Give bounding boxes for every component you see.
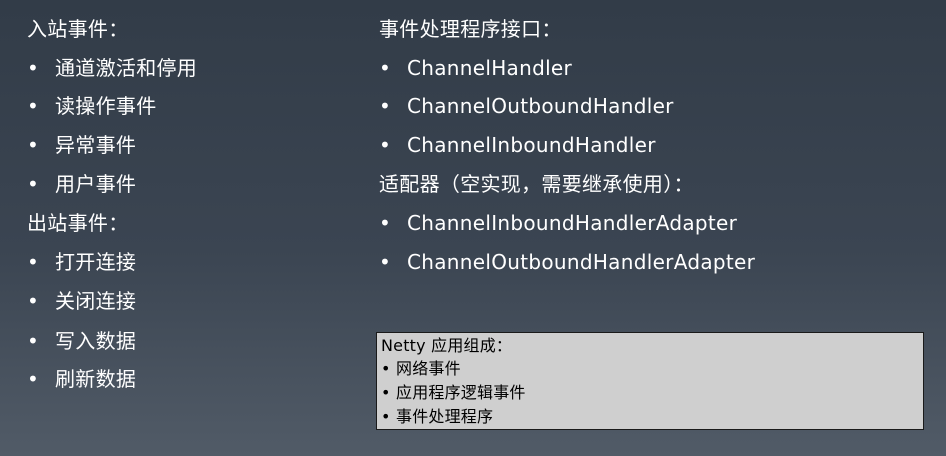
adapter-item: ChannelOutboundHandlerAdapter	[407, 250, 756, 274]
bullet-icon: •	[27, 172, 40, 196]
list-item: • 事件处理程序	[381, 405, 493, 429]
bullet-icon: •	[381, 383, 391, 402]
outbound-item: 打开连接	[55, 250, 137, 274]
interface-item: ChannelInboundHandler	[407, 133, 656, 157]
bullet-icon: •	[27, 94, 40, 118]
bullet-icon: •	[381, 407, 391, 426]
interface-item: ChannelOutboundHandler	[407, 94, 674, 118]
bullet-icon: •	[381, 359, 391, 378]
adapters-heading: 适配器（空实现，需要继承使用）：	[379, 172, 694, 196]
list-item: • 网络事件	[381, 357, 461, 381]
outbound-heading: 出站事件：	[27, 211, 129, 235]
inbound-item: 异常事件	[55, 133, 137, 157]
bullet-icon: •	[27, 367, 40, 391]
bullet-icon: •	[379, 250, 392, 274]
bullet-icon: •	[27, 133, 40, 157]
interface-item: ChannelHandler	[407, 56, 573, 80]
inbound-heading: 入站事件：	[27, 17, 129, 41]
outbound-item: 刷新数据	[55, 367, 137, 391]
box-title: Netty 应用组成：	[381, 336, 513, 355]
list-item: • 应用程序逻辑事件	[381, 381, 526, 405]
box-item: 事件处理程序	[396, 407, 494, 426]
bullet-icon: •	[379, 94, 392, 118]
box-item: 网络事件	[396, 359, 461, 378]
bullet-icon: •	[27, 56, 40, 80]
inbound-item: 用户事件	[55, 172, 137, 196]
bullet-icon: •	[27, 250, 40, 274]
bullet-icon: •	[379, 211, 392, 235]
inbound-item: 读操作事件	[55, 94, 157, 118]
bullet-icon: •	[379, 56, 392, 80]
outbound-item: 关闭连接	[55, 289, 137, 313]
inbound-item: 通道激活和停用	[55, 56, 198, 80]
box-item: 应用程序逻辑事件	[396, 383, 526, 402]
bullet-icon: •	[379, 133, 392, 157]
interfaces-heading: 事件处理程序接口：	[379, 17, 562, 41]
adapter-item: ChannelInboundHandlerAdapter	[407, 211, 738, 235]
bullet-icon: •	[27, 289, 40, 313]
outbound-item: 写入数据	[55, 329, 137, 353]
bullet-icon: •	[27, 329, 40, 353]
netty-composition-box: Netty 应用组成： • 网络事件 • 应用程序逻辑事件 • 事件处理程序	[376, 332, 924, 430]
